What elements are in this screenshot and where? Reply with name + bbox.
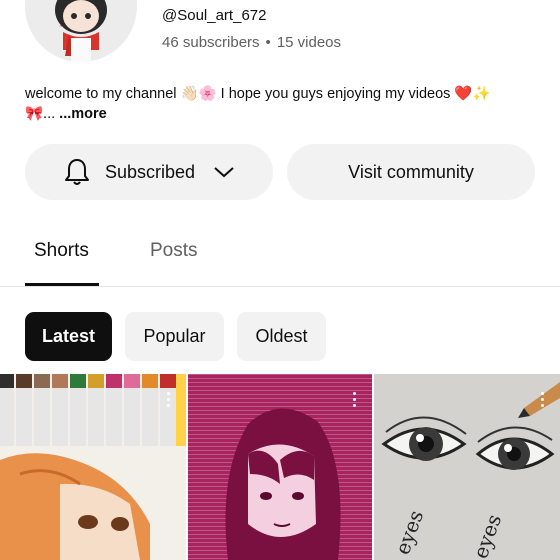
visit-community-button[interactable]: Visit community — [287, 144, 535, 200]
filter-chip-oldest[interactable]: Oldest — [237, 312, 326, 361]
channel-stats: 46 subscribers • 15 videos — [162, 34, 341, 51]
more-link[interactable]: ...more — [59, 106, 107, 122]
visit-community-label: Visit community — [348, 161, 474, 182]
tab-shorts[interactable]: Shorts — [34, 240, 89, 262]
thumbnail-image-portrait — [188, 374, 372, 560]
chevron-down-icon — [213, 165, 235, 179]
short-thumbnail[interactable] — [0, 374, 186, 560]
more-vert-icon[interactable] — [541, 392, 544, 407]
description-emoji-ribbon: 🎀... — [25, 106, 56, 122]
subscriber-count: 46 subscribers — [162, 34, 260, 51]
svg-text:~: ~ — [59, 23, 64, 30]
filter-chip-popular[interactable]: Popular — [125, 312, 224, 361]
short-thumbnail[interactable] — [188, 374, 372, 560]
channel-description[interactable]: welcome to my channel 👋🏻🌸 I hope you guy… — [25, 84, 535, 124]
more-vert-icon[interactable] — [167, 392, 170, 407]
bell-icon — [63, 157, 91, 187]
filter-chip-latest[interactable]: Latest — [25, 312, 112, 361]
stats-separator: • — [265, 34, 271, 51]
thumbnail-image-eyes: eyes eyes — [374, 374, 560, 560]
more-vert-icon[interactable] — [353, 392, 356, 407]
short-thumbnail[interactable]: eyes eyes — [374, 374, 560, 560]
channel-avatar[interactable]: ~ — [25, 0, 137, 62]
video-count: 15 videos — [276, 34, 342, 51]
description-text: welcome to my channel 👋🏻🌸 I hope you guy… — [25, 86, 491, 102]
channel-handle: @Soul_art_672 — [162, 7, 267, 24]
tabs-divider — [0, 286, 560, 287]
subscribed-button[interactable]: Subscribed — [25, 144, 273, 200]
subscribed-label: Subscribed — [104, 161, 196, 182]
thumbnail-image-markers — [0, 374, 186, 560]
tab-posts[interactable]: Posts — [150, 240, 198, 262]
